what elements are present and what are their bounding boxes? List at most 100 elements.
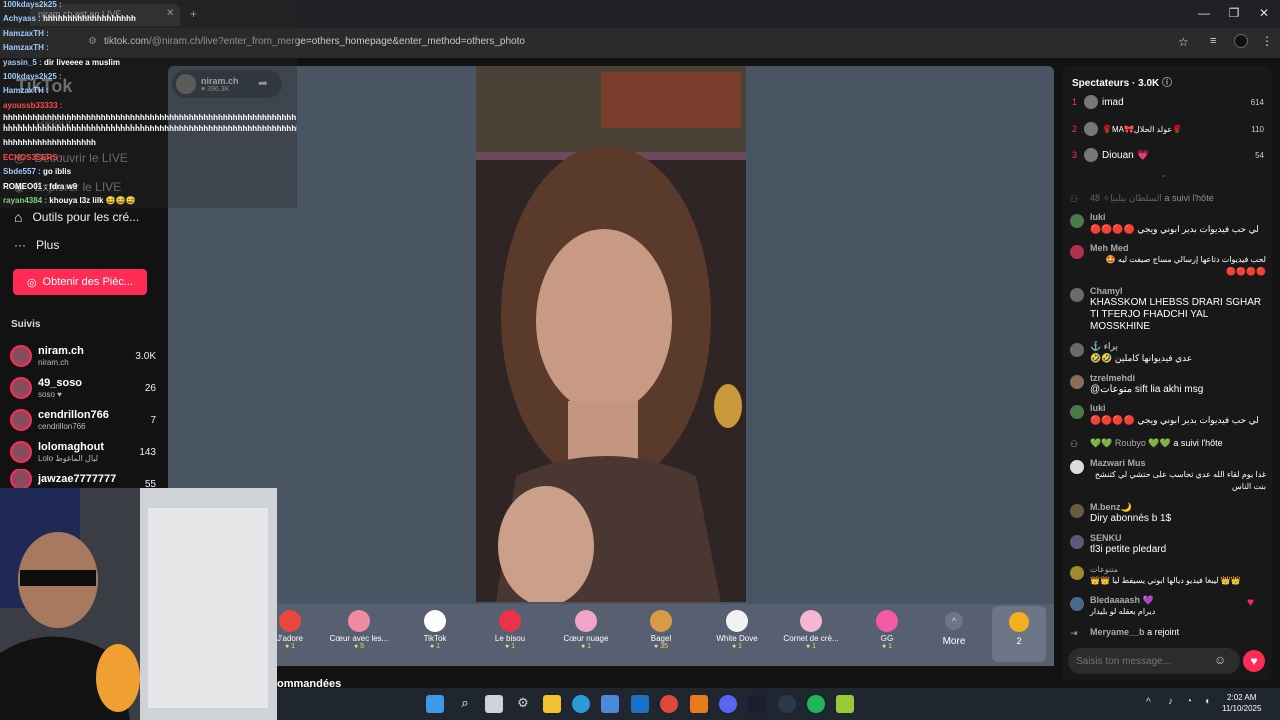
overlay-chat-line: ayoussb33333 : [3,101,63,111]
spotify-icon[interactable] [807,695,825,713]
sidebar-item-label: Outils pour les cré... [32,210,140,224]
overlay-chat-user: 100kdays2k25 : [3,0,62,9]
viewers-header[interactable]: Spectateurs · 3.0K ⓘ [1072,74,1172,89]
bookmark-star-icon[interactable]: ☆ [1178,35,1189,49]
gift-name: Le bisou [494,634,526,643]
chrome-icon[interactable] [660,695,678,713]
minimize-icon[interactable]: — [1194,6,1214,20]
gift-item[interactable]: Bagel ● 35 [626,608,696,650]
gift-price-value: 1 [738,643,743,650]
following-item[interactable]: niram.ch niram.ch 3.0K [10,341,156,371]
browser-menu-icon[interactable]: ⋮ [1261,34,1273,48]
profile-avatar[interactable] [1234,34,1248,48]
settings-icon[interactable]: ⚙ [514,695,532,713]
viewer-count: 7 [150,414,156,426]
get-coins-button[interactable]: ◎ Obtenir des Pièc... [13,269,147,295]
avatar [1084,148,1098,162]
top-viewer[interactable]: 1 imad 614 [1072,95,1264,109]
chat-text: غدا يوم لقاء الله عدي تحاسب على حتشي لي … [1094,470,1266,491]
live-video[interactable] [476,66,746,602]
following-item[interactable]: 49_soso soso ♥ 26 [10,373,156,403]
overlay-chat-line: hhhhhhhhhhhhhhhhhhhhhhhhhhhhhhhhhhhhhhhh… [3,124,297,134]
gift-item[interactable]: Cornet de crè... ● 1 [776,608,846,650]
avatar [1070,214,1084,228]
chat-user: tzrelmehdi [1090,373,1136,383]
gift-item[interactable]: White Dove ● 1 [702,608,772,650]
coins-button-label: Obtenir des Pièc... [42,276,134,288]
join-icon: ⇥ [1070,628,1078,638]
gift-price-value: 1 [436,643,441,650]
chat-message: ⇥ Meryame__b a rejoint [1070,626,1266,642]
volume-icon[interactable]: ◖ [1204,696,1210,707]
outlook-icon[interactable] [631,695,649,713]
maximize-icon[interactable]: ❐ [1224,6,1244,20]
overlay-chat-user: HamzaxTH : [3,29,49,38]
chat-message: Mazwari Mus غدا يوم لقاء الله عدي تحاسب ع… [1070,458,1266,493]
avatar [10,345,32,367]
gift-item[interactable]: Cœur avec les... ● 5 [324,608,394,650]
gift-heart-icon [279,610,301,632]
more-gifts-button[interactable]: ^ More [936,612,972,647]
following-item[interactable]: cendrillon766 cendrillon766 7 [10,405,156,435]
overlay-chat-line: ECHOS3SERS : [3,153,63,163]
close-window-icon[interactable]: ✕ [1254,6,1274,20]
overlay-chat-user: Sbde557 : [3,167,41,176]
following-name: cendrillon766 [38,408,109,421]
overlay-chat-line: Sbde557 : go iblis [3,167,71,177]
avatar [1070,597,1084,611]
network-icon[interactable]: ◔ [1186,696,1192,707]
chat-text: a rejoint [1147,627,1180,637]
sidebar-item-more[interactable]: ··· Plus [14,238,59,252]
gift-item[interactable]: GG ● 1 [852,608,922,650]
app-icon[interactable] [690,695,708,713]
overlay-chat-user: Achyass : [3,14,41,23]
chat-text: ديرام بعقله لو بليدار [1090,607,1156,616]
overlay-chat-text: dir liveeee a muslim [43,58,120,67]
gift-price-value: 1 [812,643,817,650]
next-app-icon[interactable] [748,695,766,713]
mic-icon[interactable]: ♪ [1168,696,1173,707]
avatar [1070,535,1084,549]
edge-icon[interactable] [572,695,590,713]
tiktok-coin-icon [1009,612,1029,632]
coin-balance-button[interactable]: 2 [992,606,1046,662]
chat-message: Meh Med لحب فيديوات دتاعها إرسالي مساج صي… [1070,243,1266,278]
viewer-name: imad [1102,96,1124,108]
avatar [1070,375,1084,389]
overlay-chat-line: hhhhhhhhhhhhhhhhhhh [3,138,96,148]
gift-price: ● 1 [805,643,817,650]
file-explorer-icon[interactable] [543,695,561,713]
system-clock[interactable]: 2:02 AM 11/10/2025 [1222,692,1261,714]
overlay-chat-user: ECHOS3SERS : [3,153,63,162]
gift-name: White Dove [716,634,758,643]
top-viewer[interactable]: 2 🌹MA🎀عولد الحلال🌹 110 [1072,122,1264,136]
discord-icon[interactable] [719,695,737,713]
overlay-chat-user: HamzaxTH : [3,86,49,95]
following-item[interactable]: jawzae7777777 55 [10,469,156,489]
gift-item[interactable]: TikTok ● 1 [400,608,470,650]
overlay-chat-line: 100kdays2k25 : [3,0,62,10]
avatar [10,377,32,399]
steam-icon[interactable] [778,695,796,713]
sidebar-item-creator-tools[interactable]: ⌂ Outils pour les cré... [14,209,139,225]
overlay-chat-user: HamzaxTH : [3,43,49,52]
send-heart-button[interactable]: ♥ [1243,650,1265,672]
gift-item[interactable]: Le bisou ● 1 [475,608,545,650]
following-sub: Lolo ليال الماغوط [38,453,99,463]
windows-start-icon[interactable] [426,695,444,713]
collapse-icon[interactable]: ⌄ [1160,170,1167,179]
tray-chevron-icon[interactable]: ^ [1146,697,1151,708]
task-view-icon[interactable] [485,695,503,713]
emoji-icon[interactable]: ☺ [1214,653,1226,667]
gift-ice-cream-icon [800,610,822,632]
media-icon[interactable]: ≡ [1210,35,1216,47]
top-viewer[interactable]: 3 Diouan 💗 54 [1072,148,1264,162]
chat-text: tl3i petite pledard [1090,544,1167,555]
gift-item[interactable]: Cœur nuage ● 1 [551,608,621,650]
search-icon[interactable]: ⌕ [456,695,474,713]
gift-price-value: 1 [888,643,893,650]
store-icon[interactable] [601,695,619,713]
following-item[interactable]: lolomaghout Lolo ليال الماغوط 143 [10,437,156,467]
following-title: Suivis [11,319,41,330]
media-app-icon[interactable] [836,695,854,713]
